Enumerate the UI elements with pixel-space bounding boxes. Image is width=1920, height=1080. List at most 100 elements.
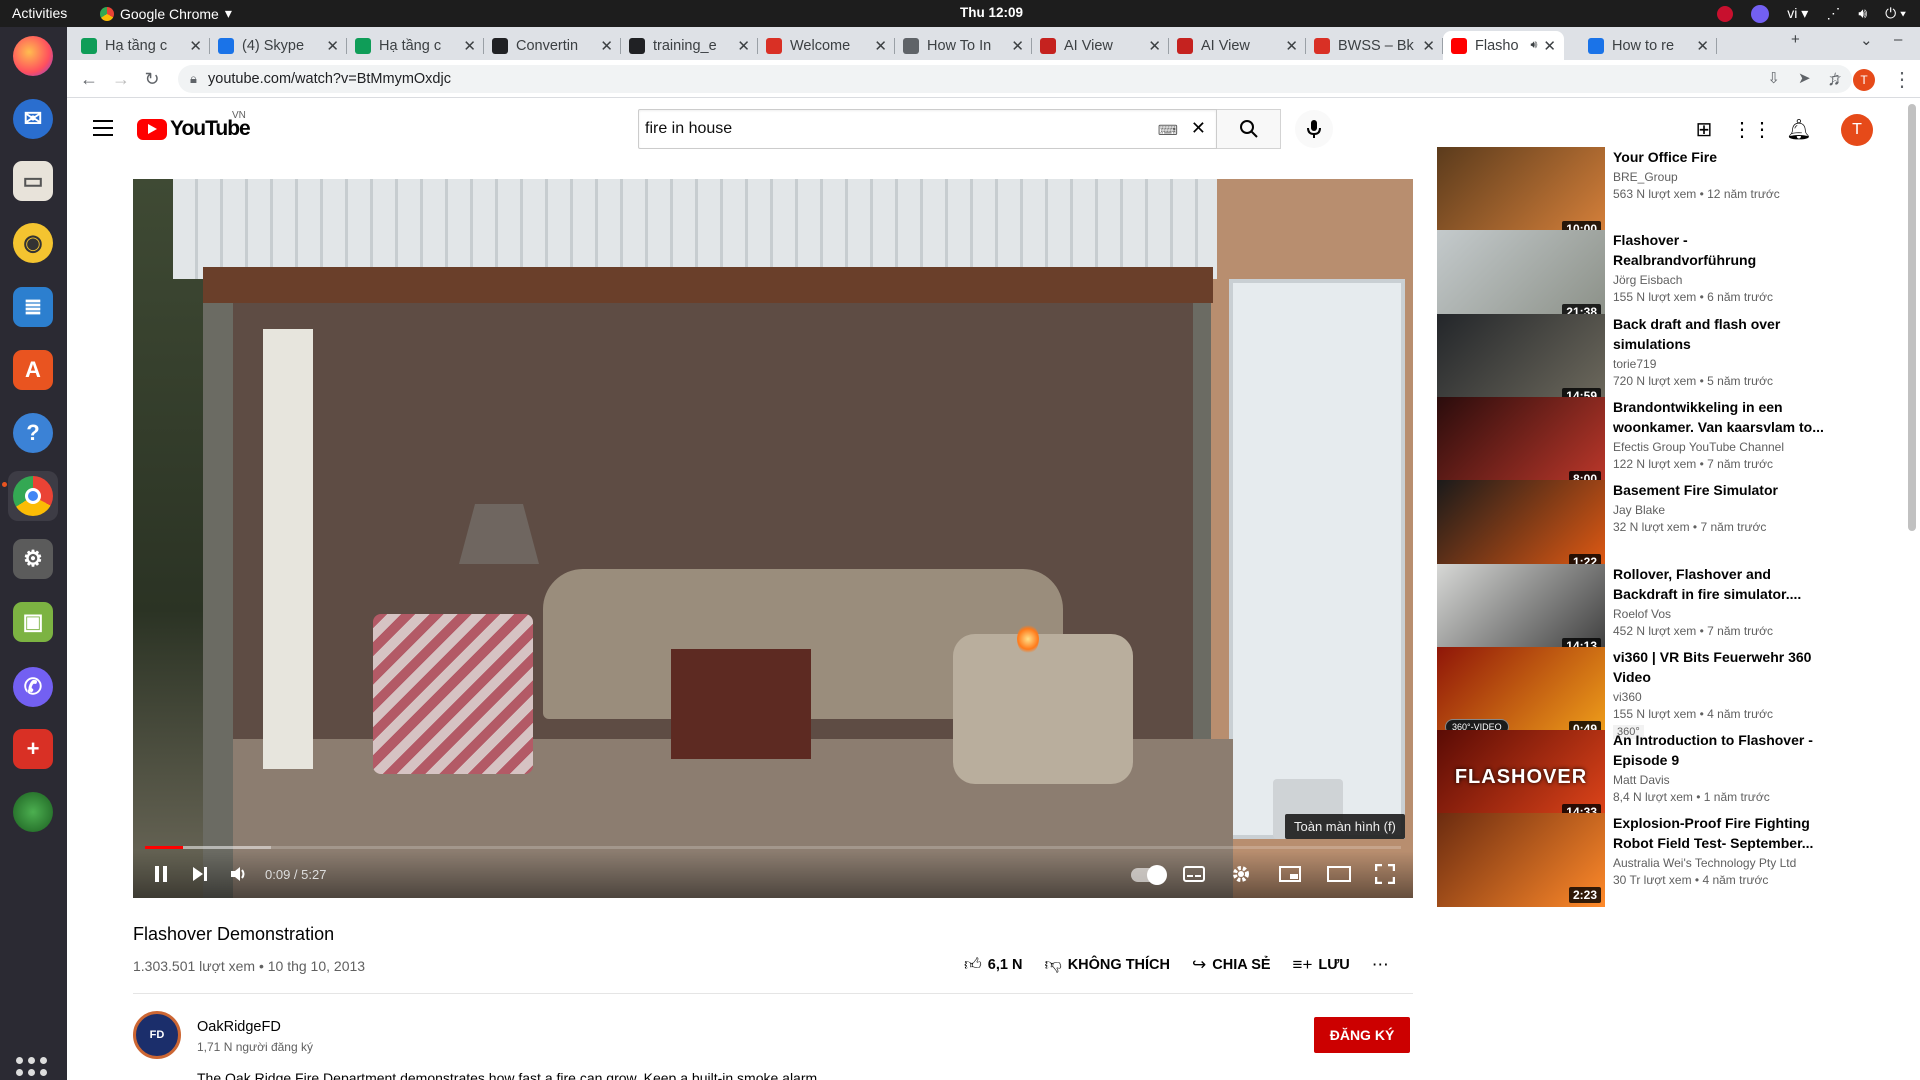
viber-tray-icon[interactable] xyxy=(1751,4,1770,23)
browser-tab[interactable]: Welcome ✕ xyxy=(758,31,895,60)
browser-tab[interactable]: BWSS – Bk ✕ xyxy=(1306,31,1443,60)
channel-name[interactable]: OakRidgeFD xyxy=(197,1019,281,1035)
notifications-bell-icon[interactable]: 🔔︎ xyxy=(1786,116,1812,142)
more-actions-button[interactable]: ⋯ xyxy=(1372,955,1389,975)
add-tab-icon[interactable]: + xyxy=(1791,31,1800,48)
share-button[interactable]: ↪ CHIA SẺ xyxy=(1192,955,1271,975)
page-scrollbar[interactable] xyxy=(1908,104,1916,531)
install-icon[interactable]: ⇩ xyxy=(1767,69,1780,87)
recommendation-item[interactable]: 1:22 Basement Fire Simulator Jay Blake 32 N… xyxy=(1437,480,1837,574)
recommendation-item[interactable]: 21:38 Flashover - Realbrandvorführung Jörg… xyxy=(1437,230,1837,324)
browser-tab[interactable]: training_e ✕ xyxy=(621,31,758,60)
theater-mode-button[interactable] xyxy=(1327,861,1351,887)
reload-icon[interactable]: ↻ xyxy=(140,67,164,91)
browser-tab[interactable]: How to re ✕ xyxy=(1580,31,1717,60)
pause-button[interactable] xyxy=(153,861,169,887)
recommendation-thumbnail[interactable]: 2:23 xyxy=(1437,813,1605,907)
recommendation-item[interactable]: FLASHOVER 14:33 An Introduction to Flashov… xyxy=(1437,730,1837,824)
recommendation-item[interactable]: 2:23 Explosion-Proof Fire Fighting Robot … xyxy=(1437,813,1837,907)
search-box[interactable]: fire in house ⌨ ✕ xyxy=(638,109,1217,149)
close-tab-icon[interactable]: ✕ xyxy=(874,37,887,55)
settings-button[interactable] xyxy=(1231,861,1251,887)
activities-button[interactable]: Activities xyxy=(12,5,67,21)
dock-firefox[interactable] xyxy=(8,31,58,81)
dock-shield[interactable]: + xyxy=(8,724,58,774)
recommendation-thumbnail[interactable]: 10:00 xyxy=(1437,147,1605,241)
recommendation-item[interactable]: 360°-VIDEO 0:49 vi360 | VR Bits Feuerwehr … xyxy=(1437,647,1837,741)
send-icon[interactable]: ➤ xyxy=(1798,69,1811,87)
subscribe-button[interactable]: ĐĂNG KÝ xyxy=(1314,1017,1410,1053)
recommendation-thumbnail[interactable]: FLASHOVER 14:33 xyxy=(1437,730,1605,824)
browser-tab[interactable]: Flasho 🔊︎ ✕ xyxy=(1443,31,1564,60)
dock-rhythmbox[interactable]: ◉ xyxy=(8,218,58,268)
dock-viber[interactable]: ✆ xyxy=(8,662,58,712)
recommendation-thumbnail[interactable]: 14:59 xyxy=(1437,314,1605,408)
close-tab-icon[interactable]: ✕ xyxy=(1285,37,1298,55)
media-control-icon[interactable]: ♫ xyxy=(1822,67,1846,91)
keyboard-icon[interactable]: ⌨ xyxy=(1158,122,1178,139)
close-tab-icon[interactable]: ✕ xyxy=(1011,37,1024,55)
fullscreen-button[interactable] xyxy=(1375,861,1395,887)
dock-software[interactable]: A xyxy=(8,345,58,395)
close-tab-icon[interactable]: ✕ xyxy=(326,37,339,55)
account-avatar[interactable]: T xyxy=(1841,114,1873,146)
volume-button[interactable] xyxy=(229,861,249,887)
recommendation-thumbnail[interactable]: 21:38 xyxy=(1437,230,1605,324)
miniplayer-button[interactable] xyxy=(1279,861,1301,887)
tab-audio-icon[interactable]: 🔊︎ xyxy=(1530,39,1537,52)
youtube-logo[interactable]: YouTube VN xyxy=(137,110,251,141)
video-player[interactable]: Toàn màn hình (f) 0:09 / 5:27 xyxy=(133,179,1413,898)
recommendation-item[interactable]: 8:00 Brandontwikkeling in een woonkamer. … xyxy=(1437,397,1837,491)
minimize-icon[interactable]: – xyxy=(1894,31,1902,48)
channel-avatar[interactable]: FD xyxy=(133,1011,181,1059)
dock-chrome[interactable] xyxy=(8,471,58,521)
recommendation-thumbnail[interactable]: 1:22 xyxy=(1437,480,1605,574)
close-tab-icon[interactable]: ✕ xyxy=(463,37,476,55)
browser-tab[interactable]: AI View ✕ xyxy=(1032,31,1169,60)
create-video-icon[interactable]: ⊞ xyxy=(1691,116,1717,142)
forward-icon[interactable]: → xyxy=(109,67,133,91)
close-tab-icon[interactable]: ✕ xyxy=(1543,37,1556,55)
guide-menu-icon[interactable] xyxy=(93,120,113,141)
close-tab-icon[interactable]: ✕ xyxy=(600,37,613,55)
dock-image-viewer[interactable]: ▣ xyxy=(8,597,58,647)
recommendation-item[interactable]: 14:13 Rollover, Flashover and Backdraft i… xyxy=(1437,564,1837,658)
dock-globe[interactable] xyxy=(8,787,58,837)
search-input[interactable]: fire in house xyxy=(645,120,732,138)
recommendation-thumbnail[interactable]: 14:13 xyxy=(1437,564,1605,658)
progress-bar[interactable] xyxy=(145,846,1401,849)
autoplay-toggle[interactable] xyxy=(1131,865,1167,885)
close-tab-icon[interactable]: ✕ xyxy=(1696,37,1709,55)
app-menu[interactable]: Google Chrome ▾ xyxy=(100,5,232,22)
subtitles-button[interactable] xyxy=(1183,861,1205,887)
dock-thunderbird[interactable]: ✉ xyxy=(8,94,58,144)
recommendation-item[interactable]: 10:00 Your Office Fire BRE_Group 563 N lượt… xyxy=(1437,147,1837,241)
lock-icon[interactable]: 🔒︎ xyxy=(190,71,197,87)
clock[interactable]: Thu 12:09 xyxy=(960,5,1023,20)
close-tab-icon[interactable]: ✕ xyxy=(1148,37,1161,55)
browser-tab[interactable]: AI View ✕ xyxy=(1169,31,1306,60)
browser-tab[interactable]: (4) Skype ✕ xyxy=(210,31,347,60)
search-button[interactable] xyxy=(1217,109,1281,149)
back-icon[interactable]: ← xyxy=(77,67,101,91)
clear-search-icon[interactable]: ✕ xyxy=(1191,118,1206,139)
next-button[interactable] xyxy=(191,861,209,887)
dock-settings[interactable]: ⚙ xyxy=(8,534,58,584)
dislike-button[interactable]: 👎︎ KHÔNG THÍCH xyxy=(1044,954,1170,975)
browser-tab[interactable]: Hạ tầng c ✕ xyxy=(73,31,210,60)
recommendation-thumbnail[interactable]: 360°-VIDEO 0:49 xyxy=(1437,647,1605,741)
like-button[interactable]: 👍︎ 6,1 N xyxy=(964,954,1022,975)
show-apps-icon[interactable] xyxy=(16,1057,47,1080)
dock-writer[interactable]: ≣ xyxy=(8,282,58,332)
chrome-menu-icon[interactable]: ⋮ xyxy=(1892,67,1912,92)
apps-grid-icon[interactable]: ⋮⋮ xyxy=(1732,116,1772,142)
tab-search-icon[interactable]: ⌄ xyxy=(1860,31,1873,49)
voice-search-button[interactable] xyxy=(1295,110,1333,148)
address-bar[interactable]: 🔒︎ youtube.com/watch?v=BtMmymOxdjc ⇩ ➤ ☆ xyxy=(178,65,1852,93)
volume-icon[interactable]: 🔊︎ xyxy=(1858,5,1867,22)
network-icon[interactable]: ⋰ xyxy=(1826,5,1840,22)
vpn-indicator-icon[interactable] xyxy=(1717,5,1734,22)
close-tab-icon[interactable]: ✕ xyxy=(189,37,202,55)
close-tab-icon[interactable]: ✕ xyxy=(737,37,750,55)
recommendation-thumbnail[interactable]: 8:00 xyxy=(1437,397,1605,491)
